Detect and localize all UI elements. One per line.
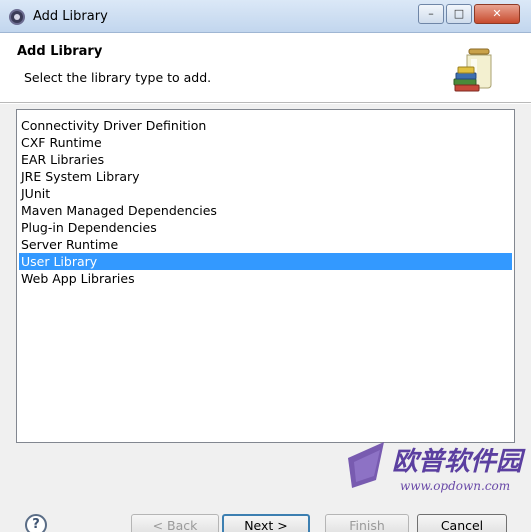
list-item-web-app-libraries[interactable]: Web App Libraries — [19, 270, 512, 287]
title-bar: Add Library – □ ✕ — [0, 0, 531, 33]
finish-button[interactable]: Finish — [325, 514, 409, 532]
library-jar-books-icon — [453, 48, 492, 92]
window-title: Add Library — [33, 9, 108, 24]
list-item-ear-libraries[interactable]: EAR Libraries — [19, 151, 512, 168]
opdown-watermark-logo: 欧普软件园 www.opdown.com — [348, 442, 526, 493]
list-item-cxf-runtime[interactable]: CXF Runtime — [19, 134, 512, 151]
list-item-server-runtime[interactable]: Server Runtime — [19, 236, 512, 253]
maximize-button[interactable]: □ — [446, 4, 472, 24]
cancel-button[interactable]: Cancel — [417, 514, 507, 532]
help-button[interactable]: ? — [25, 514, 47, 532]
page-description: Select the library type to add. — [24, 70, 212, 85]
list-item-maven-managed-dependencies[interactable]: Maven Managed Dependencies — [19, 202, 512, 219]
eclipse-app-icon — [9, 9, 25, 25]
back-button[interactable]: < Back — [131, 514, 219, 532]
list-item-user-library[interactable]: User Library — [19, 253, 512, 270]
library-type-list[interactable]: Connectivity Driver Definition CXF Runti… — [16, 109, 515, 443]
minimize-button[interactable]: – — [418, 4, 444, 24]
watermark-url-text: www.opdown.com — [400, 479, 510, 493]
list-item-connectivity-driver-definition[interactable]: Connectivity Driver Definition — [19, 117, 512, 134]
close-button[interactable]: ✕ — [474, 4, 520, 24]
list-item-jre-system-library[interactable]: JRE System Library — [19, 168, 512, 185]
list-item-junit[interactable]: JUnit — [19, 185, 512, 202]
list-item-plugin-dependencies[interactable]: Plug-in Dependencies — [19, 219, 512, 236]
watermark-cn-text: 欧普软件园 — [392, 447, 526, 477]
next-button[interactable]: Next > — [222, 514, 310, 532]
page-title: Add Library — [17, 44, 103, 59]
wizard-header: Add Library Select the library type to a… — [0, 33, 531, 103]
